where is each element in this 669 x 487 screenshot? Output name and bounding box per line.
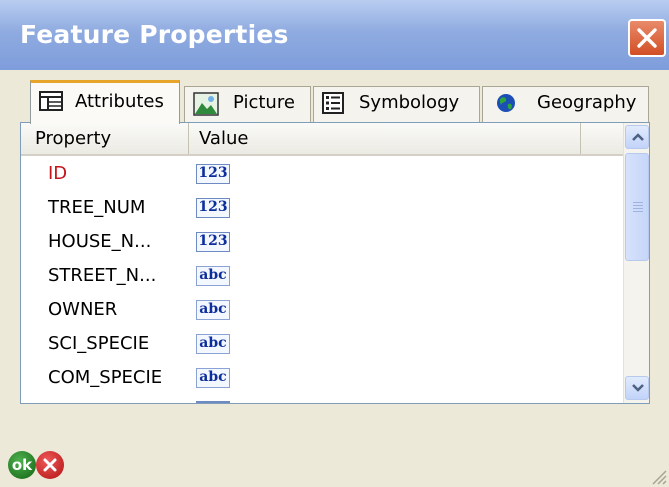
close-icon bbox=[637, 28, 657, 48]
table-icon bbox=[39, 91, 63, 116]
list-icon bbox=[322, 92, 344, 119]
cancel-button[interactable] bbox=[36, 451, 64, 479]
text-type-icon: abc bbox=[196, 368, 230, 388]
tab-symbology[interactable]: Symbology bbox=[313, 86, 480, 122]
attribute-list: ID 123 TREE_NUM 123 HOUSE_N... 123 STREE… bbox=[21, 159, 623, 403]
column-header-value[interactable]: Value bbox=[189, 123, 581, 154]
property-name: OWNER bbox=[48, 299, 118, 320]
scroll-up-button[interactable] bbox=[625, 125, 649, 149]
property-name: HOUSE_N... bbox=[48, 231, 152, 252]
column-header-property[interactable]: Property bbox=[21, 123, 189, 154]
grip-icon bbox=[633, 202, 643, 214]
chevron-up-icon bbox=[632, 133, 644, 141]
dialog-button-bar: ok bbox=[0, 440, 669, 487]
tab-geography[interactable]: Geography bbox=[482, 86, 649, 122]
scroll-down-button[interactable] bbox=[625, 376, 649, 400]
tab-label: Geography bbox=[537, 92, 637, 113]
property-name: TREE_NUM bbox=[48, 197, 146, 218]
ok-button[interactable]: ok bbox=[8, 451, 36, 479]
feature-properties-window: Feature Properties Attributes Picture Sy… bbox=[0, 0, 669, 487]
resize-grip-icon[interactable] bbox=[651, 463, 667, 485]
picture-icon bbox=[193, 92, 219, 121]
property-name: STREET_N... bbox=[48, 265, 157, 286]
text-type-icon: abc bbox=[196, 300, 230, 320]
table-row[interactable]: TREE_NUM 123 bbox=[21, 193, 623, 227]
table-row-partial[interactable] bbox=[21, 397, 623, 403]
table-row[interactable]: COM_SPECIE abc bbox=[21, 363, 623, 397]
table-row[interactable]: ID 123 bbox=[21, 159, 623, 193]
type-icon-partial bbox=[196, 401, 230, 403]
property-name: COM_SPECIE bbox=[48, 367, 163, 388]
table-header: Property Value bbox=[21, 123, 623, 156]
tab-label: Picture bbox=[233, 92, 295, 113]
table-row[interactable]: OWNER abc bbox=[21, 295, 623, 329]
cancel-icon bbox=[43, 458, 57, 472]
tab-label: Symbology bbox=[359, 92, 460, 113]
text-type-icon: abc bbox=[196, 334, 230, 354]
table-row[interactable]: HOUSE_N... 123 bbox=[21, 227, 623, 261]
text-type-icon: abc bbox=[196, 266, 230, 286]
vertical-scrollbar[interactable] bbox=[623, 123, 649, 403]
scroll-thumb[interactable] bbox=[625, 153, 649, 261]
table-row[interactable]: SCI_SPECIE abc bbox=[21, 329, 623, 363]
numeric-type-icon: 123 bbox=[196, 164, 230, 184]
attributes-panel: Property Value ID 123 TREE_NUM 123 HOUSE… bbox=[20, 122, 650, 404]
property-name: SCI_SPECIE bbox=[48, 333, 150, 354]
tab-picture[interactable]: Picture bbox=[184, 86, 311, 122]
chevron-down-icon bbox=[632, 384, 644, 392]
table-row[interactable]: STREET_N... abc bbox=[21, 261, 623, 295]
property-name: ID bbox=[48, 163, 68, 184]
title-bar[interactable]: Feature Properties bbox=[0, 0, 669, 70]
window-title: Feature Properties bbox=[20, 20, 289, 49]
tab-label: Attributes bbox=[75, 91, 164, 112]
numeric-type-icon: 123 bbox=[196, 198, 230, 218]
numeric-type-icon: 123 bbox=[196, 232, 230, 252]
tab-attributes[interactable]: Attributes bbox=[30, 80, 180, 124]
globe-icon bbox=[495, 92, 517, 119]
close-button[interactable] bbox=[628, 19, 666, 57]
